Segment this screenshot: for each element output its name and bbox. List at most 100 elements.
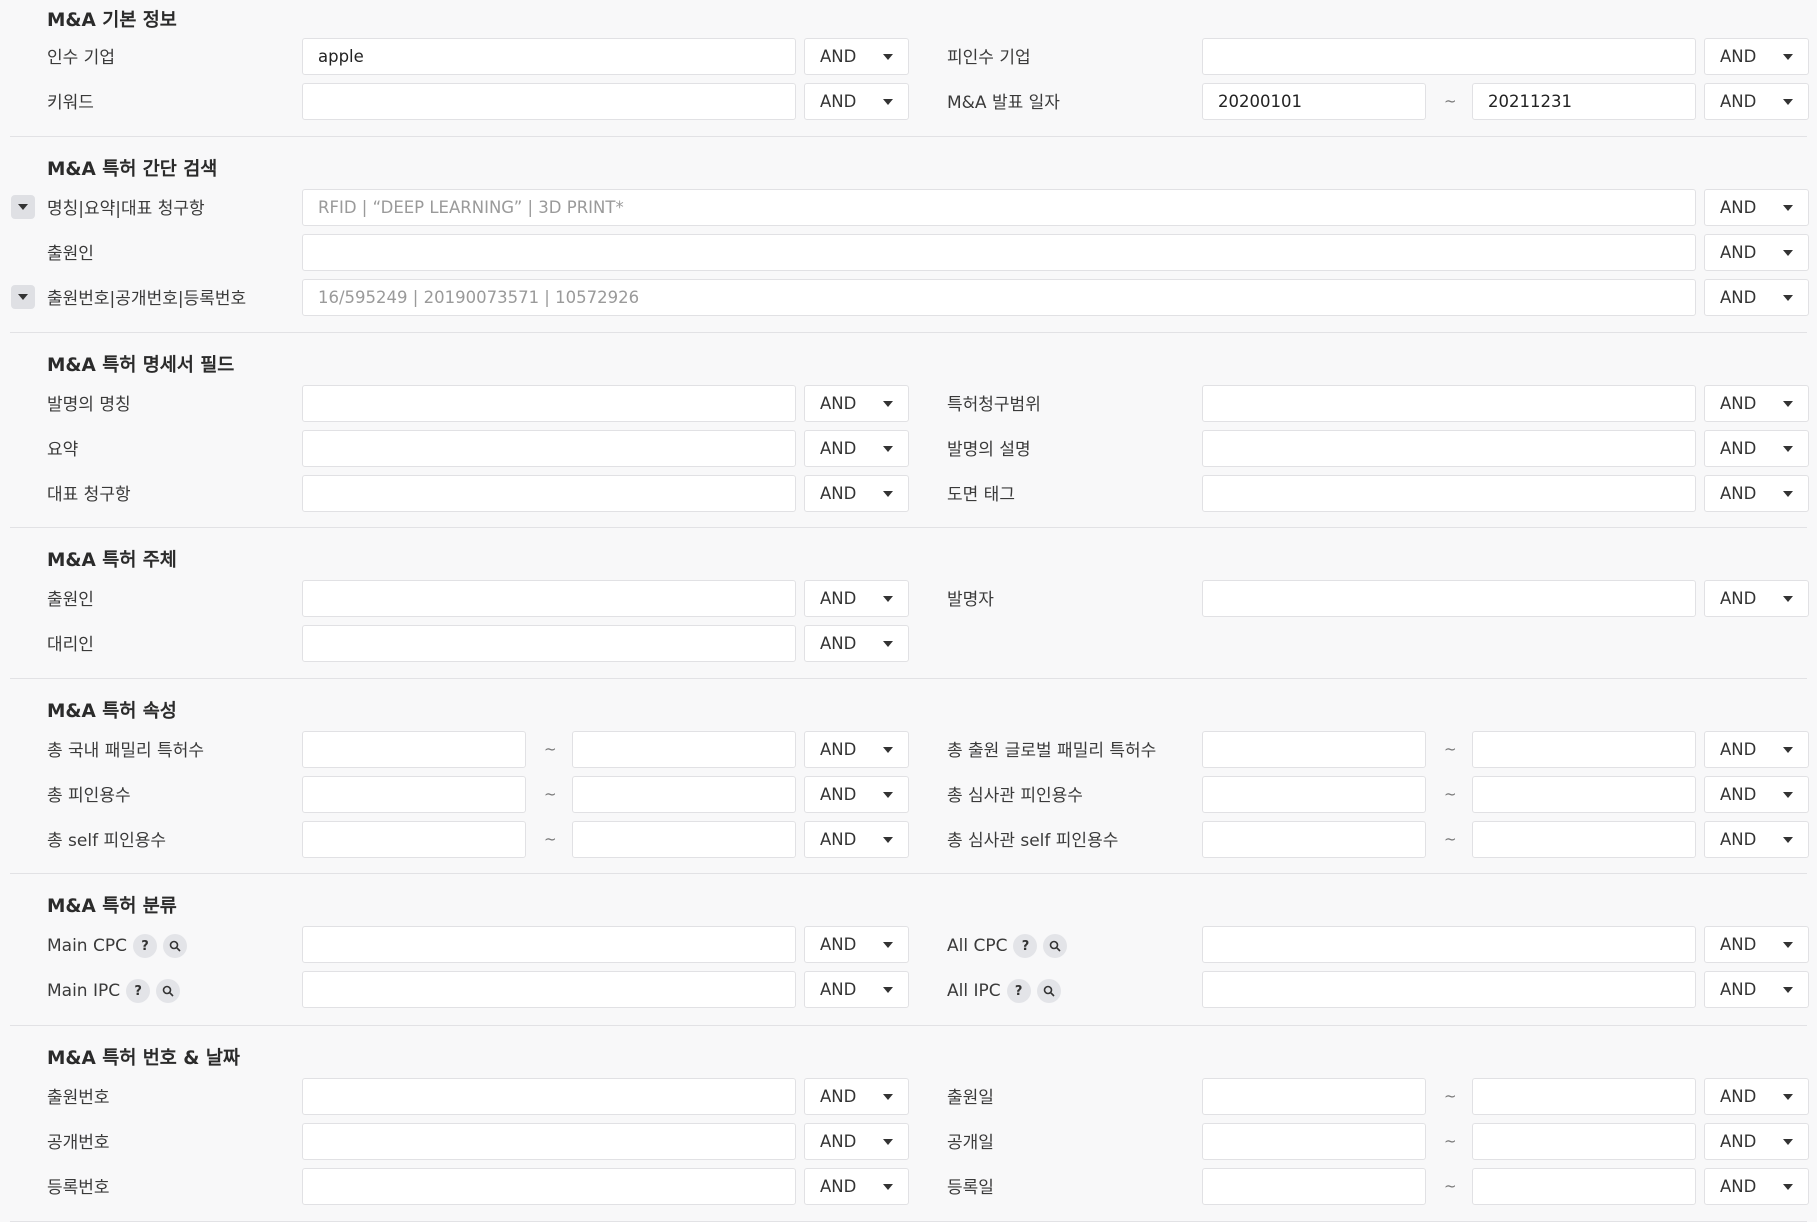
abstract-label: 요약 [47, 440, 79, 460]
help-icon[interactable]: ? [1013, 934, 1038, 958]
main-cpc-operator-select[interactable]: AND [804, 926, 909, 963]
global-family-from-input[interactable] [1202, 731, 1426, 768]
all-cpc-input[interactable] [1202, 926, 1696, 963]
applicant-input[interactable] [302, 580, 796, 617]
quick-applicant-input[interactable] [302, 234, 1696, 271]
claims-scope-input[interactable] [1202, 385, 1696, 422]
applicant-operator-select[interactable]: AND [804, 580, 909, 617]
search-icon[interactable] [1043, 934, 1068, 958]
app-no-operator-select[interactable]: AND [804, 1078, 909, 1115]
expand-toggle-button[interactable] [11, 285, 35, 309]
claims-scope-operator-select[interactable]: AND [1704, 385, 1809, 422]
operator-value: AND [1720, 980, 1757, 999]
acquirer-operator-select[interactable]: AND [804, 38, 909, 75]
rep-claim-operator-select[interactable]: AND [804, 475, 909, 512]
examiner-self-citations-from-input[interactable] [1202, 821, 1426, 858]
app-no-input[interactable] [302, 1078, 796, 1115]
operator-value: AND [820, 980, 857, 999]
reg-date-operator-select[interactable]: AND [1704, 1168, 1809, 1205]
chevron-down-icon [883, 1093, 893, 1100]
operator-value: AND [1720, 935, 1757, 954]
pub-no-operator-select[interactable]: AND [804, 1123, 909, 1160]
help-icon[interactable]: ? [126, 979, 151, 1003]
chevron-down-icon [1783, 445, 1793, 452]
examiner-citations-to-input[interactable] [1472, 776, 1696, 813]
question-mark-icon: ? [1014, 983, 1023, 999]
keyword-input[interactable] [302, 83, 796, 120]
patent-numbers-operator-select[interactable]: AND [1704, 279, 1809, 316]
chevron-down-icon [883, 595, 893, 602]
citations-from-input[interactable] [302, 776, 526, 813]
app-date-from-input[interactable] [1202, 1078, 1426, 1115]
search-icon[interactable] [156, 979, 181, 1003]
pub-date-to-input[interactable] [1472, 1123, 1696, 1160]
patent-numbers-input[interactable] [302, 279, 1696, 316]
self-citations-to-input[interactable] [572, 821, 796, 858]
app-date-operator-select[interactable]: AND [1704, 1078, 1809, 1115]
title-abstract-claim-operator-select[interactable]: AND [1704, 189, 1809, 226]
examiner-self-citations-to-input[interactable] [1472, 821, 1696, 858]
drawing-tag-label: 도면 태그 [947, 485, 1015, 505]
quick-applicant-operator-select[interactable]: AND [1704, 234, 1809, 271]
target-operator-select[interactable]: AND [1704, 38, 1809, 75]
reg-date-to-input[interactable] [1472, 1168, 1696, 1205]
examiner-self-citations-operator-select[interactable]: AND [1704, 821, 1809, 858]
description-input[interactable] [1202, 430, 1696, 467]
domestic-family-from-input[interactable] [302, 731, 526, 768]
operator-value: AND [1720, 1177, 1757, 1196]
target-input[interactable] [1202, 38, 1696, 75]
pub-date-from-input[interactable] [1202, 1123, 1426, 1160]
global-family-operator-select[interactable]: AND [1704, 731, 1809, 768]
announce-date-from-input[interactable] [1202, 83, 1426, 120]
reg-no-operator-select[interactable]: AND [804, 1168, 909, 1205]
reg-date-from-input[interactable] [1202, 1168, 1426, 1205]
keyword-operator-select[interactable]: AND [804, 83, 909, 120]
agent-input[interactable] [302, 625, 796, 662]
title-abstract-claim-label: 명칭|요약|대표 청구항 [47, 199, 205, 219]
title-abstract-claim-input[interactable] [302, 189, 1696, 226]
citations-operator-select[interactable]: AND [804, 776, 909, 813]
operator-value: AND [1720, 198, 1757, 217]
all-cpc-operator-select[interactable]: AND [1704, 926, 1809, 963]
rep-claim-input[interactable] [302, 475, 796, 512]
examiner-citations-operator-select[interactable]: AND [1704, 776, 1809, 813]
inventor-input[interactable] [1202, 580, 1696, 617]
pub-no-input[interactable] [302, 1123, 796, 1160]
invention-title-operator-select[interactable]: AND [804, 385, 909, 422]
self-citations-operator-select[interactable]: AND [804, 821, 909, 858]
invention-title-input[interactable] [302, 385, 796, 422]
reg-no-input[interactable] [302, 1168, 796, 1205]
acquirer-input[interactable] [302, 38, 796, 75]
announce-date-operator-select[interactable]: AND [1704, 83, 1809, 120]
drawing-tag-input[interactable] [1202, 475, 1696, 512]
expand-toggle-button[interactable] [11, 195, 35, 219]
abstract-operator-select[interactable]: AND [804, 430, 909, 467]
main-cpc-input[interactable] [302, 926, 796, 963]
self-citations-from-input[interactable] [302, 821, 526, 858]
all-ipc-input[interactable] [1202, 971, 1696, 1008]
domestic-family-to-input[interactable] [572, 731, 796, 768]
chevron-down-icon [883, 1138, 893, 1145]
global-family-to-input[interactable] [1472, 731, 1696, 768]
drawing-tag-operator-select[interactable]: AND [1704, 475, 1809, 512]
search-icon[interactable] [162, 934, 187, 958]
agent-operator-select[interactable]: AND [804, 625, 909, 662]
help-icon[interactable]: ? [1006, 979, 1031, 1003]
abstract-input[interactable] [302, 430, 796, 467]
announce-date-to-input[interactable] [1472, 83, 1696, 120]
pub-date-operator-select[interactable]: AND [1704, 1123, 1809, 1160]
main-ipc-input[interactable] [302, 971, 796, 1008]
description-operator-select[interactable]: AND [1704, 430, 1809, 467]
search-icon[interactable] [1036, 979, 1061, 1003]
inventor-operator-select[interactable]: AND [1704, 580, 1809, 617]
app-date-to-input[interactable] [1472, 1078, 1696, 1115]
chevron-down-icon [1783, 791, 1793, 798]
main-ipc-operator-select[interactable]: AND [804, 971, 909, 1008]
reg-no-label: 등록번호 [47, 1178, 110, 1198]
examiner-citations-from-input[interactable] [1202, 776, 1426, 813]
domestic-family-operator-select[interactable]: AND [804, 731, 909, 768]
section-patent-classification: M&A 특허 분류 Main CPC ? AND All CPC ? AND M… [10, 874, 1809, 1026]
citations-to-input[interactable] [572, 776, 796, 813]
help-icon[interactable]: ? [132, 934, 157, 958]
all-ipc-operator-select[interactable]: AND [1704, 971, 1809, 1008]
